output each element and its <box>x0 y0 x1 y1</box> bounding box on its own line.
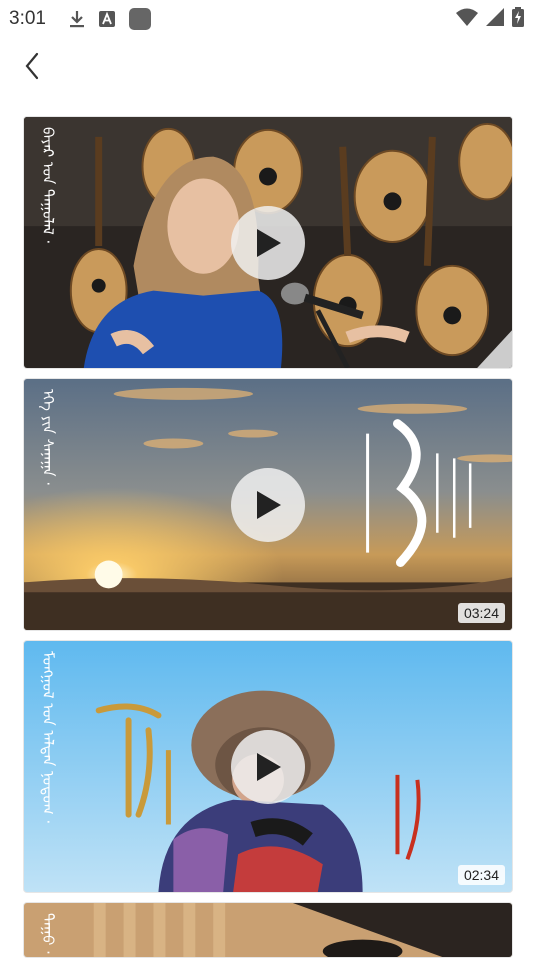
signal-icon <box>486 8 504 26</box>
video-title-strip: ᠳᠠᠭᠤ · <box>28 907 68 955</box>
status-icons-left <box>68 7 152 31</box>
status-bar: 3:01 <box>0 0 536 36</box>
video-thumbnail <box>24 903 512 957</box>
status-time: 3:01 <box>9 8 46 29</box>
chevron-left-icon <box>25 52 39 80</box>
play-button[interactable] <box>231 729 305 804</box>
video-title-strip: ᠪᠠᠶᠠᠷ ᠤᠨ ᠳᠠᠭᠤᠯᠠᠯ · <box>28 121 68 364</box>
video-title-strip: ᠡᠬᠡ ᠶᠢᠨ ᠰᠠᠨᠠᠭᠠ · <box>28 383 68 626</box>
play-button[interactable] <box>231 205 305 280</box>
video-card[interactable]: ᠳᠠᠭᠤ · <box>23 902 513 958</box>
video-duration: 03:24 <box>457 603 505 623</box>
video-card[interactable]: ᠡᠬᠡ ᠶᠢᠨ ᠰᠠᠨᠠᠭᠠ · 03:24 <box>23 378 513 631</box>
video-card[interactable]: ᠪᠠᠶᠠᠷ ᠤᠨ ᠳᠠᠭᠤᠯᠠᠯ · <box>23 116 513 369</box>
play-icon <box>257 490 281 519</box>
back-button[interactable] <box>14 48 50 84</box>
video-title: ᠡᠬᠡ ᠶᠢᠨ ᠰᠠᠨᠠᠭᠠ · <box>39 389 57 487</box>
video-duration: 02:34 <box>457 865 505 885</box>
video-title: ᠳᠠᠭᠤ · <box>39 913 57 955</box>
status-icons-right <box>456 7 524 27</box>
video-title: ᠮᠣᠩᠭᠣᠯ ᠤᠨ ᠠᠯᠲᠠᠨ ᠨᠤᠲᠤᠭ · <box>39 651 57 825</box>
video-feed: ᠪᠠᠶᠠᠷ ᠤᠨ ᠳᠠᠭᠤᠯᠠᠯ · ᠡᠬᠡ ᠶᠢᠨ ᠰᠠᠨᠠᠭᠠ · 03:2… <box>23 116 513 958</box>
play-icon <box>257 228 281 257</box>
video-title-strip: ᠮᠣᠩᠭᠣᠯ ᠤᠨ ᠠᠯᠲᠠᠨ ᠨᠤᠲᠤᠭ · <box>28 645 68 888</box>
wifi-icon <box>456 8 478 26</box>
play-button[interactable] <box>231 467 305 542</box>
app-square-icon <box>129 8 151 30</box>
a-keyboard-icon <box>99 11 115 27</box>
video-card[interactable]: ᠮᠣᠩᠭᠣᠯ ᠤᠨ ᠠᠯᠲᠠᠨ ᠨᠤᠲᠤᠭ · 02:34 <box>23 640 513 893</box>
battery-charging-icon <box>512 7 524 27</box>
download-icon <box>70 11 84 28</box>
video-title: ᠪᠠᠶᠠᠷ ᠤᠨ ᠳᠠᠭᠤᠯᠠᠯ · <box>39 127 57 245</box>
play-icon <box>257 752 281 781</box>
